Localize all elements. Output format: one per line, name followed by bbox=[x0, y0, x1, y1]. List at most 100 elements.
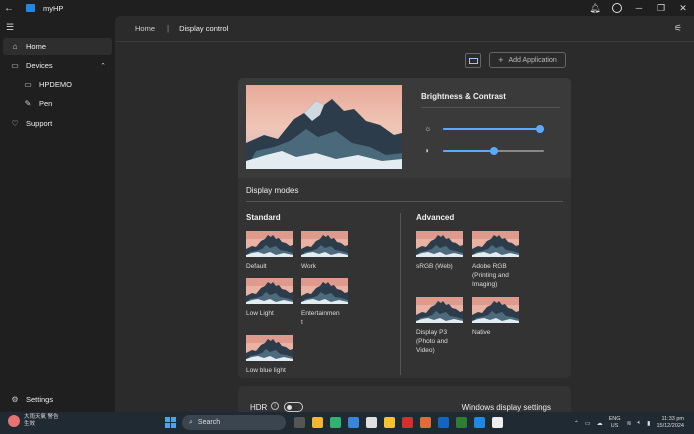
search-icon: ⌕ bbox=[189, 418, 193, 426]
brightness-icon: ☼ bbox=[424, 124, 432, 133]
taskbar: 大雨天氣 警告 生效 ⌕ Search ⌃ ▭ ☁ ENG US ≋ 🔈︎ ▮ … bbox=[0, 412, 694, 434]
battery-icon[interactable]: ▭ bbox=[585, 420, 591, 427]
breadcrumb-home[interactable]: Home bbox=[135, 24, 155, 33]
mode-native[interactable]: Native bbox=[472, 297, 522, 337]
sidebar-item-home[interactable]: ⌂ Home bbox=[3, 38, 112, 55]
wifi-icon[interactable]: ≋ bbox=[627, 420, 632, 427]
mode-low-blue-light[interactable]: Low blue light bbox=[246, 335, 296, 375]
outlook-icon[interactable] bbox=[438, 417, 449, 428]
account-icon[interactable] bbox=[606, 3, 628, 14]
mode-label: Low Light bbox=[246, 310, 274, 317]
add-application-label: Add Application bbox=[508, 56, 557, 64]
sliders-settings-icon[interactable]: ⚟ bbox=[674, 23, 682, 34]
windows-display-settings-link[interactable]: Windows display settings bbox=[462, 403, 551, 412]
monitor-button[interactable] bbox=[465, 53, 481, 68]
app-icon[interactable] bbox=[366, 417, 377, 428]
clock-time: 11:33 pm bbox=[661, 416, 684, 422]
language-line-2: US bbox=[610, 423, 619, 429]
mcafee-icon[interactable] bbox=[402, 417, 413, 428]
add-application-button[interactable]: + Add Application bbox=[489, 52, 566, 68]
mode-thumbnail bbox=[246, 231, 293, 257]
mode-label: Default bbox=[246, 263, 267, 270]
close-button[interactable]: ✕ bbox=[672, 3, 694, 14]
divider bbox=[400, 213, 401, 375]
chrome-icon[interactable] bbox=[384, 417, 395, 428]
hdr-toggle[interactable] bbox=[284, 402, 303, 412]
contrast-slider[interactable] bbox=[443, 147, 544, 155]
laptop-icon: ▭ bbox=[24, 80, 32, 89]
sidebar: ☰ ⌂ Home ▭ Devices ⌃ ▭ HPDEMO ✎ Pen ♡ Su… bbox=[0, 16, 115, 412]
display-control-card: Brightness & Contrast ☼ ◑ Display modes … bbox=[238, 78, 571, 378]
volume-icon[interactable]: 🔈︎ bbox=[638, 420, 642, 427]
sidebar-item-support[interactable]: ♡ Support bbox=[3, 115, 112, 132]
brightness-slider-fill bbox=[443, 128, 540, 130]
back-arrow-icon[interactable]: ← bbox=[0, 3, 18, 14]
contrast-slider-thumb[interactable] bbox=[489, 147, 498, 155]
mode-thumbnail bbox=[472, 231, 519, 257]
monitor-icon bbox=[468, 57, 478, 64]
support-icon: ♡ bbox=[11, 119, 19, 128]
hdr-label: HDR bbox=[250, 403, 268, 412]
page-title: Display control bbox=[179, 24, 229, 33]
app-icon[interactable] bbox=[420, 417, 431, 428]
chevron-up-icon[interactable]: ⌃ bbox=[574, 420, 579, 427]
info-icon[interactable]: i bbox=[271, 402, 279, 410]
mode-work[interactable]: Work bbox=[301, 231, 351, 271]
home-icon: ⌂ bbox=[12, 42, 18, 51]
mode-adobe-rgb[interactable]: Adobe RGB (Printing and Imaging) bbox=[472, 231, 532, 289]
battery-status-icon[interactable]: ▮ bbox=[647, 420, 650, 427]
mode-thumbnail bbox=[416, 231, 463, 257]
advanced-modes-title: Advanced bbox=[416, 213, 455, 222]
chevron-up-icon[interactable]: ⌃ bbox=[100, 62, 106, 70]
gear-icon: ⚙ bbox=[11, 395, 19, 404]
mode-thumbnail bbox=[472, 297, 519, 323]
brightness-slider-thumb[interactable] bbox=[535, 125, 544, 133]
windows-start-icon[interactable] bbox=[165, 417, 176, 428]
sidebar-item-settings[interactable]: ⚙ Settings bbox=[3, 391, 112, 408]
bell-icon[interactable]: 🔔︎ bbox=[584, 3, 606, 14]
mode-low-light[interactable]: Low Light bbox=[246, 278, 296, 318]
mode-display-p3[interactable]: Display P3 (Photo and Video) bbox=[416, 297, 466, 355]
sidebar-item-devices[interactable]: ▭ Devices ⌃ bbox=[3, 57, 112, 74]
mode-default[interactable]: Default bbox=[246, 231, 296, 271]
app-logo-icon bbox=[26, 4, 35, 12]
hamburger-menu-icon[interactable]: ☰ bbox=[6, 22, 14, 33]
standard-modes-title: Standard bbox=[246, 213, 281, 222]
breadcrumb-separator: | bbox=[167, 24, 170, 33]
mode-label: Native bbox=[472, 329, 491, 336]
maximize-button[interactable]: ❐ bbox=[650, 3, 672, 14]
app-icon[interactable] bbox=[456, 417, 467, 428]
minimize-button[interactable]: ─ bbox=[628, 3, 650, 13]
taskbar-search[interactable]: ⌕ Search bbox=[182, 415, 286, 430]
mode-thumbnail bbox=[416, 297, 463, 323]
language-indicator[interactable]: ENG US bbox=[609, 416, 621, 430]
sidebar-item-label: HPDEMO bbox=[39, 80, 72, 89]
display-modes-title: Display modes bbox=[246, 186, 299, 195]
file-explorer-icon[interactable] bbox=[312, 417, 323, 428]
clock-date: 15/12/2024 bbox=[656, 423, 684, 429]
mode-label: Display P3 (Photo and Video) bbox=[416, 329, 448, 354]
mode-srgb-web[interactable]: sRGB (Web) bbox=[416, 231, 466, 271]
sidebar-item-label: Pen bbox=[39, 99, 53, 108]
clock[interactable]: 11:33 pm 15/12/2024 bbox=[656, 416, 684, 430]
contrast-icon: ◑ bbox=[424, 146, 429, 155]
mode-entertainment[interactable]: Entertainmen t bbox=[301, 278, 351, 327]
app-icon[interactable] bbox=[492, 417, 503, 428]
onedrive-icon[interactable]: ☁ bbox=[597, 420, 603, 427]
myhp-icon[interactable] bbox=[474, 417, 485, 428]
plus-icon: + bbox=[498, 55, 504, 65]
task-view-icon[interactable] bbox=[294, 417, 305, 428]
sidebar-item-label: Home bbox=[26, 42, 47, 51]
sidebar-item-hpdemo[interactable]: ▭ HPDEMO bbox=[3, 76, 112, 93]
store-icon[interactable] bbox=[348, 417, 359, 428]
weather-line-1: 大雨天氣 警告 bbox=[24, 414, 59, 420]
mode-label: Low blue light bbox=[246, 367, 286, 374]
weather-widget[interactable]: 大雨天氣 警告 生效 bbox=[8, 414, 59, 428]
sidebar-item-label: Support bbox=[26, 119, 53, 128]
system-tray: ⌃ ▭ ☁ ENG US ≋ 🔈︎ ▮ 11:33 pm 15/12/2024 bbox=[574, 412, 694, 434]
mode-label: sRGB (Web) bbox=[416, 263, 453, 270]
sidebar-item-label: Devices bbox=[26, 61, 53, 70]
brightness-slider[interactable] bbox=[443, 125, 544, 133]
edge-icon[interactable] bbox=[330, 417, 341, 428]
sidebar-item-pen[interactable]: ✎ Pen bbox=[3, 95, 112, 112]
